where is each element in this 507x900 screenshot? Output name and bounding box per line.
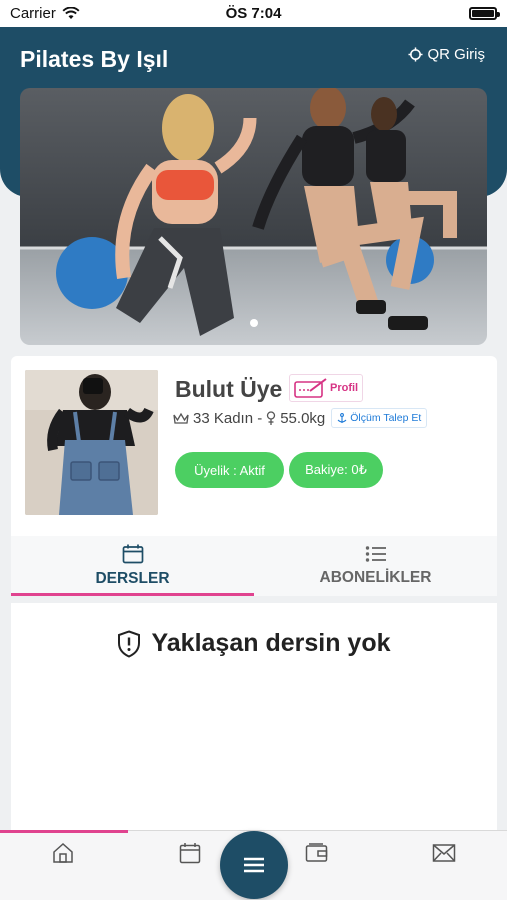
tab-lessons-label: DERSLER xyxy=(95,570,170,587)
avatar-photo xyxy=(25,370,158,515)
carousel-dot[interactable] xyxy=(249,319,258,327)
app-title: Pilates By Işıl xyxy=(20,46,169,72)
wallet-icon xyxy=(305,843,328,862)
empty-state-text: Yaklaşan dersin yok xyxy=(151,629,391,657)
wifi-icon xyxy=(62,7,80,19)
home-icon xyxy=(53,842,73,863)
qr-login-button[interactable]: QR Giriş xyxy=(407,46,486,63)
tab-lessons[interactable]: DERSLER xyxy=(11,536,254,596)
profile-button[interactable]: Profil xyxy=(289,374,364,402)
hero-banner[interactable] xyxy=(20,88,487,345)
carrier-label: Carrier xyxy=(10,5,56,22)
nav-home[interactable] xyxy=(50,841,76,865)
menu-icon xyxy=(244,857,264,873)
weight-text: 55.0kg xyxy=(280,409,326,427)
measurement-request-button[interactable]: Ölçüm Talep Et xyxy=(331,408,428,428)
member-avatar[interactable] xyxy=(25,370,158,515)
status-left: Carrier xyxy=(10,5,80,22)
list-icon xyxy=(365,546,386,562)
nav-calendar[interactable] xyxy=(177,841,203,865)
mail-icon xyxy=(432,844,456,862)
balance-badge[interactable]: Bakiye: 0₺ xyxy=(289,452,383,488)
shield-alert-icon xyxy=(118,629,141,658)
member-stats: 33 Kadın - 55.0kg Ölçüm Talep Et xyxy=(173,408,428,428)
age-gender-text: 33 Kadın - xyxy=(193,409,263,427)
nav-wallet[interactable] xyxy=(304,841,330,865)
carousel-dots xyxy=(20,319,487,327)
status-time: ÖS 7:04 xyxy=(225,5,282,22)
calendar-icon xyxy=(179,843,201,864)
membership-status-badge[interactable]: Üyelik : Aktif xyxy=(175,452,284,488)
nav-active-indicator xyxy=(0,830,128,833)
status-bar: Carrier ÖS 7:04 xyxy=(0,0,507,27)
empty-state: Yaklaşan dersin yok xyxy=(11,629,497,658)
edit-profile-icon xyxy=(294,378,327,398)
crown-icon xyxy=(173,412,189,424)
tab-subscriptions-label: ABONELİKLER xyxy=(319,569,432,586)
calendar-icon xyxy=(122,544,143,564)
tab-subscriptions[interactable]: ABONELİKLER xyxy=(254,536,497,596)
hero-image xyxy=(20,88,487,345)
qr-login-label: QR Giriş xyxy=(427,46,486,63)
battery-icon xyxy=(469,7,500,20)
measurement-request-label: Ölçüm Talep Et xyxy=(350,412,422,424)
member-card: Bulut Üye Profil 33 Kadın - 55.0kg Ölçüm… xyxy=(11,356,497,596)
tab-bar: DERSLER ABONELİKLER xyxy=(11,536,497,596)
nav-messages[interactable] xyxy=(431,841,457,865)
profile-label: Profil xyxy=(330,382,359,394)
menu-button[interactable] xyxy=(220,831,288,899)
lessons-panel: Yaklaşan dersin yok xyxy=(11,603,497,833)
weight-icon xyxy=(267,410,276,425)
member-name: Bulut Üye xyxy=(175,376,283,402)
crosshair-icon xyxy=(407,47,423,62)
anchor-icon xyxy=(337,412,347,423)
